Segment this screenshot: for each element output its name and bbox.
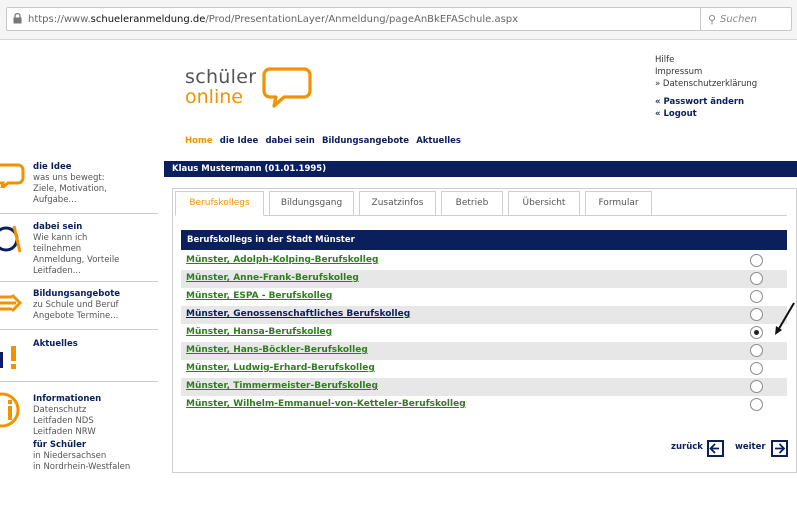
nav-die-idee[interactable]: die Idee	[220, 136, 259, 146]
arrow-right-icon	[0, 293, 22, 313]
sidebar-text: Angebote Termine...	[33, 311, 119, 321]
list-item[interactable]: Münster, Anne-Frank-Berufskolleg	[181, 270, 787, 288]
sidebar-text: zu Schule und Beruf	[33, 300, 119, 310]
list-item[interactable]: Münster, Ludwig-Erhard-Berufskolleg	[181, 360, 787, 378]
change-password-link[interactable]: « Passwort ändern	[655, 96, 757, 108]
next-label[interactable]: weiter	[735, 442, 766, 452]
sidebar-title: Informationen	[33, 394, 102, 404]
arrow-right-icon	[775, 443, 786, 454]
top-links: Hilfe Impressum » Datenschutzerklärung «…	[655, 54, 757, 120]
nav-dabei-sein[interactable]: dabei sein	[265, 136, 314, 146]
sidebar-title: dabei sein	[33, 222, 83, 232]
nav-bildungsangebote[interactable]: Bildungsangebote	[322, 136, 409, 146]
sidebar-text: teilnehmen	[33, 244, 82, 254]
sidebar-title: Bildungsangebote	[33, 289, 121, 299]
lock-icon	[13, 13, 22, 24]
tab-bildungsgang[interactable]: Bildungsgang	[269, 191, 354, 216]
list-header: Berufskollegs in der Stadt Münster	[181, 230, 787, 250]
list-item[interactable]: Münster, Hans-Böckler-Berufskolleg	[181, 342, 787, 360]
sidebar-text: Leitfaden...	[33, 266, 81, 276]
next-button[interactable]	[771, 440, 788, 457]
tab-betrieb[interactable]: Betrieb	[441, 191, 503, 216]
search-placeholder: Suchen	[720, 14, 758, 25]
list-item[interactable]: Münster, Hansa-Berufskolleg	[181, 324, 787, 342]
people-circle-icon	[0, 225, 22, 253]
sidebar-item-bildungsangebote[interactable]: Bildungsangebote zu Schule und Beruf Ang…	[0, 282, 158, 330]
user-name: Klaus Mustermann (01.01.1995)	[172, 164, 327, 174]
school-radio-selected[interactable]	[750, 326, 763, 339]
school-radio[interactable]	[750, 254, 763, 267]
school-link[interactable]: Münster, Adolph-Kolping-Berufskolleg	[186, 255, 378, 265]
sidebar-link-leitfaden-nds[interactable]: Leitfaden NDS	[33, 416, 158, 427]
search-icon: ⚲	[708, 13, 717, 26]
school-radio[interactable]	[750, 308, 763, 321]
sidebar-title: für Schüler	[33, 440, 87, 450]
list-item[interactable]: Münster, Wilhelm-Emmanuel-von-Ketteler-B…	[181, 396, 787, 414]
sidebar-item-aktuelles[interactable]: Aktuelles	[0, 330, 158, 382]
nav-aktuelles[interactable]: Aktuelles	[416, 136, 461, 146]
url-text: https://www.schueleranmeldung.de/Prod/Pr…	[28, 14, 519, 25]
browser-toolbar: https://www.schueleranmeldung.de/Prod/Pr…	[0, 0, 797, 40]
sidebar-title: die Idee	[33, 162, 72, 172]
sidebar-link-niedersachsen[interactable]: in Niedersachsen	[33, 451, 158, 462]
school-link[interactable]: Münster, Wilhelm-Emmanuel-von-Ketteler-B…	[186, 399, 466, 409]
sidebar-text: Ziele, Motivation,	[33, 184, 107, 194]
school-link[interactable]: Münster, Hans-Böckler-Berufskolleg	[186, 345, 368, 355]
sidebar-link-nrw[interactable]: in Nordrhein-Westfalen	[33, 462, 158, 473]
tab-zusatzinfos[interactable]: Zusatzinfos	[359, 191, 436, 216]
speech-bubble-icon	[0, 163, 25, 188]
nav-home[interactable]: Home	[185, 136, 213, 146]
impressum-link[interactable]: Impressum	[655, 66, 757, 78]
tab-formular[interactable]: Formular	[585, 191, 652, 216]
school-link[interactable]: Münster, Anne-Frank-Berufskolleg	[186, 273, 359, 283]
arrow-left-icon	[709, 443, 719, 454]
list-title: Berufskollegs in der Stadt Münster	[187, 235, 355, 245]
school-link[interactable]: Münster, ESPA - Berufskolleg	[186, 291, 332, 301]
list-item[interactable]: Münster, Timmermeister-Berufskolleg	[181, 378, 787, 396]
school-radio[interactable]	[750, 272, 763, 285]
info-icon	[0, 392, 20, 428]
user-bar: Klaus Mustermann (01.01.1995)	[164, 161, 797, 177]
site-logo[interactable]: schüler online	[185, 66, 256, 108]
logo-line-1: schüler	[185, 66, 257, 88]
sidebar-title: Aktuelles	[33, 339, 78, 349]
sidebar-item-dabei-sein[interactable]: dabei sein Wie kann ich teilnehmen Anmel…	[0, 214, 158, 282]
school-link[interactable]: Münster, Hansa-Berufskolleg	[186, 327, 332, 337]
sidebar-text: Wie kann ich	[33, 233, 88, 243]
school-link[interactable]: Münster, Genossenschaftliches Berufskoll…	[186, 309, 410, 319]
sidebar: die Idee was uns bewegt: Ziele, Motivati…	[0, 156, 158, 472]
school-link[interactable]: Münster, Ludwig-Erhard-Berufskolleg	[186, 363, 375, 373]
school-radio[interactable]	[750, 398, 763, 411]
help-link[interactable]: Hilfe	[655, 54, 757, 66]
list-item[interactable]: Münster, Adolph-Kolping-Berufskolleg	[181, 252, 787, 270]
list-item[interactable]: Münster, Genossenschaftliches Berufskoll…	[181, 306, 787, 324]
sidebar-link-datenschutz[interactable]: Datenschutz	[33, 405, 158, 416]
tab-berufskollegs[interactable]: Berufskollegs	[175, 191, 264, 216]
logout-link[interactable]: « Logout	[655, 108, 757, 120]
logo-line-2: online	[185, 86, 243, 108]
speech-bubble-icon	[262, 67, 312, 108]
annotation-arrow-icon	[775, 302, 795, 335]
list-item[interactable]: Münster, ESPA - Berufskolleg	[181, 288, 787, 306]
sidebar-item-fuer-schueler[interactable]: für Schüler in Niedersachsen in Nordrhei…	[0, 428, 158, 472]
sidebar-item-die-idee[interactable]: die Idee was uns bewegt: Ziele, Motivati…	[0, 156, 158, 214]
back-label[interactable]: zurück	[671, 442, 703, 452]
school-radio[interactable]	[750, 344, 763, 357]
school-radio[interactable]	[750, 290, 763, 303]
tab-uebersicht[interactable]: Übersicht	[508, 191, 580, 216]
address-bar[interactable]: https://www.schueleranmeldung.de/Prod/Pr…	[6, 7, 742, 31]
school-radio[interactable]	[750, 362, 763, 375]
sidebar-text: Aufgabe...	[33, 195, 77, 205]
sidebar-text: Anmeldung, Vorteile	[33, 255, 120, 265]
exclamation-icon	[0, 346, 16, 369]
browser-search-box[interactable]: ⚲ Suchen	[700, 7, 792, 31]
school-link[interactable]: Münster, Timmermeister-Berufskolleg	[186, 381, 378, 391]
back-button[interactable]	[707, 440, 724, 457]
sidebar-text: was uns bewegt:	[33, 173, 105, 183]
sidebar-item-informationen[interactable]: Informationen Datenschutz Leitfaden NDS …	[0, 382, 158, 437]
privacy-link[interactable]: » Datenschutzerklärung	[655, 78, 757, 90]
main-nav: Home die Idee dabei sein Bildungsangebot…	[185, 135, 465, 146]
school-radio[interactable]	[750, 380, 763, 393]
